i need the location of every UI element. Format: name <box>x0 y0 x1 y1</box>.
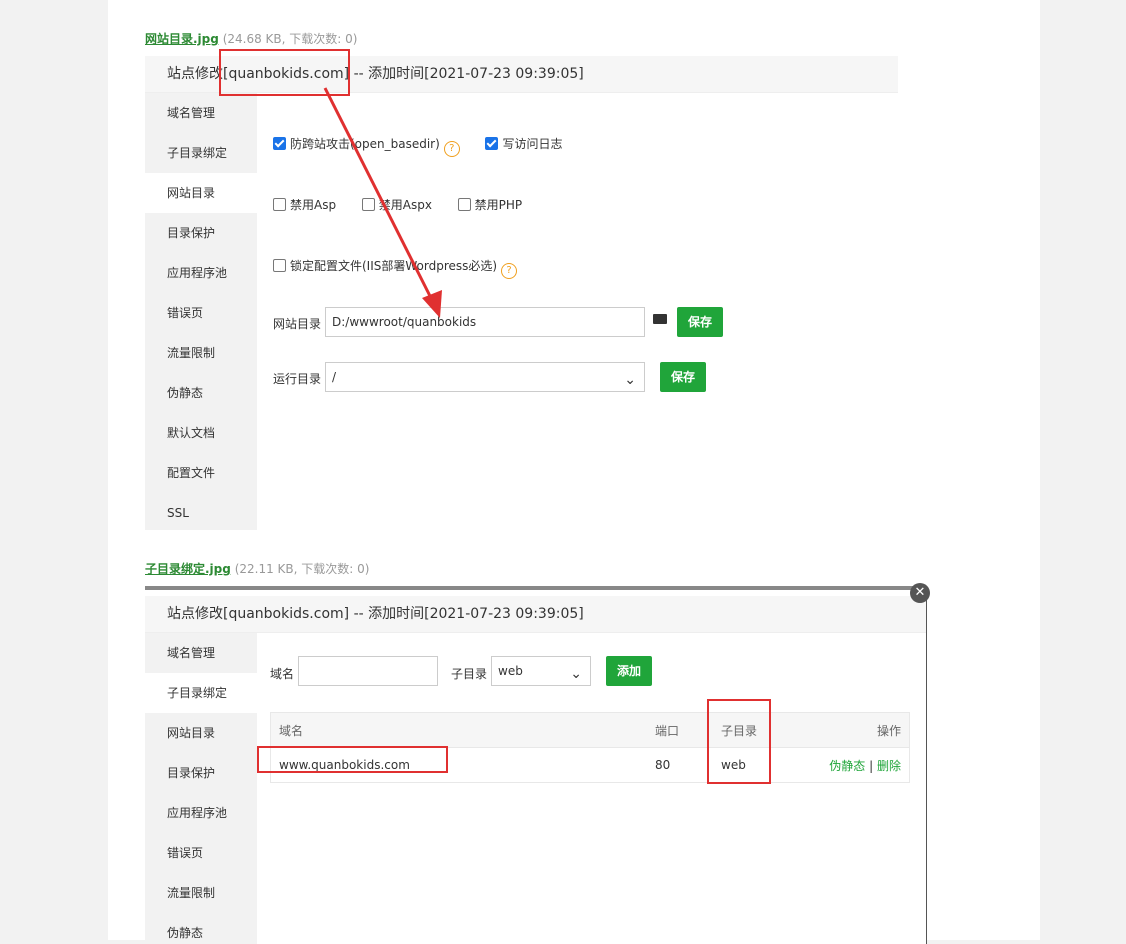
col-port: 端口 <box>647 712 713 748</box>
delete-link[interactable]: 删除 <box>877 759 901 773</box>
col-domain: 域名 <box>270 712 647 748</box>
subdir-select[interactable]: web <box>491 656 591 688</box>
arrow-line-1 <box>323 87 434 301</box>
close-icon[interactable]: ✕ <box>910 583 930 603</box>
attachment-link-2[interactable]: 子目录绑定.jpg <box>145 562 231 576</box>
menu-item[interactable]: 子目录绑定 <box>145 673 257 713</box>
domain-input[interactable] <box>298 656 438 686</box>
cell-port: 80 <box>647 747 713 783</box>
menu-item[interactable]: 网站目录 <box>145 713 257 753</box>
col-actions: 操作 <box>809 712 910 748</box>
table-header: 域名 端口 子目录 操作 <box>270 712 910 748</box>
menu-item[interactable]: 错误页 <box>145 833 257 873</box>
highlight-box-domain <box>257 746 448 773</box>
menu-item[interactable]: 伪静态 <box>145 913 257 944</box>
attachment-meta-2: (22.11 KB, 下载次数: 0) <box>234 562 370 576</box>
highlight-box-subdir <box>707 699 771 784</box>
menu-item[interactable]: 流量限制 <box>145 873 257 913</box>
attachment-caption-2: 子目录绑定.jpg (22.11 KB, 下载次数: 0) <box>145 560 369 577</box>
arrow-head-1 <box>422 290 442 318</box>
action-separator: | <box>869 758 874 773</box>
rewrite-link[interactable]: 伪静态 <box>829 759 865 773</box>
subdir-label: 子目录 <box>451 667 488 681</box>
dialog-title: 站点修改[quanbokids.com] -- 添加时间[2021-07-23 … <box>145 596 926 633</box>
domain-label: 域名 <box>270 667 295 681</box>
side-menu: 域名管理 子目录绑定 网站目录 目录保护 应用程序池 错误页 流量限制 伪静态 <box>145 633 257 944</box>
menu-item[interactable]: 域名管理 <box>145 633 257 673</box>
cell-actions: 伪静态 | 删除 <box>809 747 910 783</box>
menu-item[interactable]: 目录保护 <box>145 753 257 793</box>
subdir-select-value: web <box>498 664 523 678</box>
add-button[interactable]: 添加 <box>606 656 652 686</box>
menu-item[interactable]: 应用程序池 <box>145 793 257 833</box>
